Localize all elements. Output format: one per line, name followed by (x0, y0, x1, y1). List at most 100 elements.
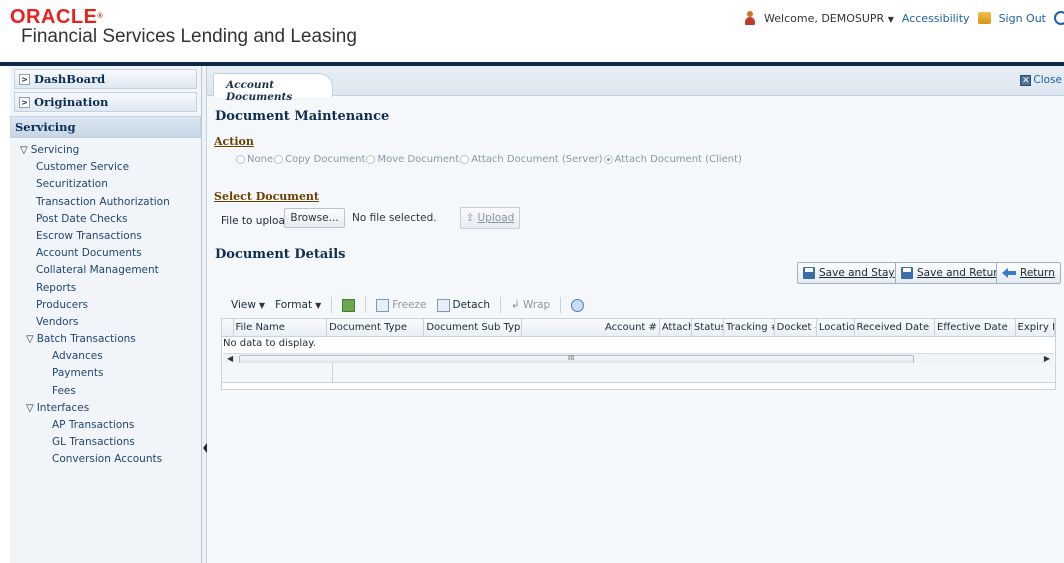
sign-out-link[interactable]: Sign Out (999, 12, 1046, 25)
view-menu[interactable]: View ▼ (231, 299, 265, 311)
nav-tree-item[interactable]: Customer Service (20, 159, 201, 176)
nav-tree-item[interactable]: ▽ Batch Transactions (20, 331, 201, 348)
column-header[interactable]: Effective Date (935, 319, 1016, 336)
nav-dashboard[interactable]: > DashBoard (14, 69, 197, 89)
servicing-tree: ▽ Servicing Customer Service Securitization… (10, 138, 201, 469)
column-header[interactable]: Location (817, 319, 855, 336)
action-radio[interactable] (366, 155, 376, 164)
column-header[interactable]: File Name (234, 319, 328, 336)
expand-triangle-icon[interactable]: ▽ (20, 145, 28, 156)
header-user-area: Welcome, DEMOSUPR ▼ Accessibility Sign O… (744, 11, 1064, 25)
browse-button[interactable]: Browse... (284, 208, 345, 228)
caret-down-icon: ▼ (315, 300, 322, 310)
export-icon (342, 298, 356, 312)
grid-footer (221, 363, 1056, 383)
column-header[interactable]: Account # (522, 319, 660, 336)
no-data-message: No data to display. (223, 338, 316, 349)
upload-button[interactable]: ⇪ Upload (460, 207, 520, 229)
nav-tree-item[interactable]: Advances (20, 348, 201, 365)
wrap-button[interactable]: ↲ Wrap (511, 299, 550, 311)
chevron-right-icon: > (19, 73, 30, 85)
file-to-upload-label: File to upload (221, 215, 292, 227)
nav-tree-item[interactable]: Account Documents (20, 245, 201, 262)
nav-tree-item-label: Payments (52, 367, 104, 380)
column-header[interactable]: Received Date (855, 319, 936, 336)
action-radio[interactable] (460, 155, 470, 164)
nav-tree-item-label: Batch Transactions (36, 333, 136, 346)
nav-tree-item[interactable]: Fees (20, 383, 201, 400)
column-header[interactable]: Document Type (327, 319, 425, 336)
detach-button[interactable]: Detach (436, 298, 490, 312)
nav-tree-item[interactable]: Transaction Authorization (20, 194, 201, 211)
oracle-logo: ORACLE® (10, 6, 104, 28)
nav-tree-item[interactable]: Escrow Transactions (20, 228, 201, 245)
nav-tree-item[interactable]: Collateral Management (20, 262, 201, 279)
close-button[interactable]: ✕ Close (1020, 74, 1062, 86)
nav-tree-item[interactable]: Conversion Accounts (20, 451, 201, 468)
column-header[interactable]: Status (692, 319, 724, 336)
expand-triangle-icon[interactable]: ▽ (26, 403, 34, 414)
nav-tree-item[interactable]: GL Transactions (20, 434, 201, 451)
detach-icon (436, 298, 450, 312)
action-label: Action (214, 135, 254, 148)
nav-tree-item[interactable]: Payments (20, 365, 201, 382)
save-icon (803, 267, 815, 279)
nav-tree-item[interactable]: Vendors (20, 314, 201, 331)
nav-tree-item[interactable]: Producers (20, 297, 201, 314)
action-radio[interactable] (603, 155, 613, 164)
column-header[interactable]: Attach (660, 319, 692, 336)
view-label: View (231, 299, 256, 311)
column-header[interactable]: Tracking # (724, 319, 775, 336)
upload-icon: ⇪ (465, 212, 475, 224)
nav-tree-item[interactable]: Securitization (20, 176, 201, 193)
nav-tree-item-label: Conversion Accounts (52, 453, 163, 466)
format-menu[interactable]: Format ▼ (275, 299, 321, 311)
nav-tree-item-label: Collateral Management (36, 264, 159, 277)
select-document-label: Select Document (214, 190, 320, 203)
return-button[interactable]: Return (996, 262, 1061, 284)
nav-tree-item[interactable]: AP Transactions (20, 417, 201, 434)
nav-tree-item[interactable]: ▽ Interfaces (20, 400, 201, 417)
action-option-label: Attach Document (Client) (614, 154, 742, 165)
nav-tree-item-label: Securitization (36, 178, 108, 191)
toolbar-separator (560, 297, 562, 313)
column-header[interactable]: Expiry Da (1016, 319, 1055, 336)
caret-down-icon: ▼ (258, 300, 266, 310)
save-and-stay-button[interactable]: Save and Stay (797, 262, 901, 284)
nav-servicing-label: Servicing (15, 120, 76, 134)
nav-tree-item[interactable]: Post Date Checks (20, 211, 201, 228)
action-radio[interactable] (274, 155, 284, 164)
nav-servicing[interactable]: Servicing (10, 116, 201, 138)
nav-tree-item-label: Fees (52, 384, 76, 397)
freeze-button[interactable]: Freeze (376, 298, 427, 312)
column-header[interactable]: Document Sub Type (424, 319, 522, 336)
nav-tree-item-label: Reports (36, 281, 77, 294)
expand-triangle-icon[interactable]: ▽ (26, 334, 34, 345)
action-option-label: Copy Document (285, 154, 366, 165)
refresh-button[interactable] (571, 298, 585, 312)
return-arrow-icon (1002, 268, 1016, 278)
save-and-return-button[interactable]: Save and Return (895, 262, 1011, 284)
return-label: Return (1020, 267, 1055, 279)
document-details-title: Document Details (215, 247, 346, 262)
action-radio[interactable] (236, 155, 245, 164)
document-maintenance-title: Document Maintenance (215, 109, 390, 124)
upload-label: Upload (477, 212, 515, 224)
nav-tree-item-label: Producers (36, 298, 88, 311)
column-header[interactable]: Docket # (775, 319, 817, 336)
nav-origination-label: Origination (34, 95, 109, 109)
nav-tree-item[interactable]: ▽ Servicing (20, 142, 201, 159)
help-icon[interactable] (1054, 11, 1064, 25)
nav-tree-item-label: Servicing (30, 144, 80, 156)
user-icon (744, 11, 756, 25)
export-button[interactable] (342, 298, 356, 312)
tab-account-documents[interactable]: Account Documents (213, 73, 333, 103)
nav-origination[interactable]: > Origination (14, 92, 197, 112)
nav-tree-item-label: Vendors (36, 315, 79, 328)
accessibility-link[interactable]: Accessibility (902, 12, 970, 25)
action-radio-group: None Copy Document Move Document Attach Doc… (235, 154, 742, 165)
nav-tree-item-label: Interfaces (36, 401, 90, 414)
nav-tree-item[interactable]: Reports (20, 280, 201, 297)
freeze-icon (376, 298, 390, 312)
welcome-menu[interactable]: Welcome, DEMOSUPR ▼ (764, 12, 894, 25)
